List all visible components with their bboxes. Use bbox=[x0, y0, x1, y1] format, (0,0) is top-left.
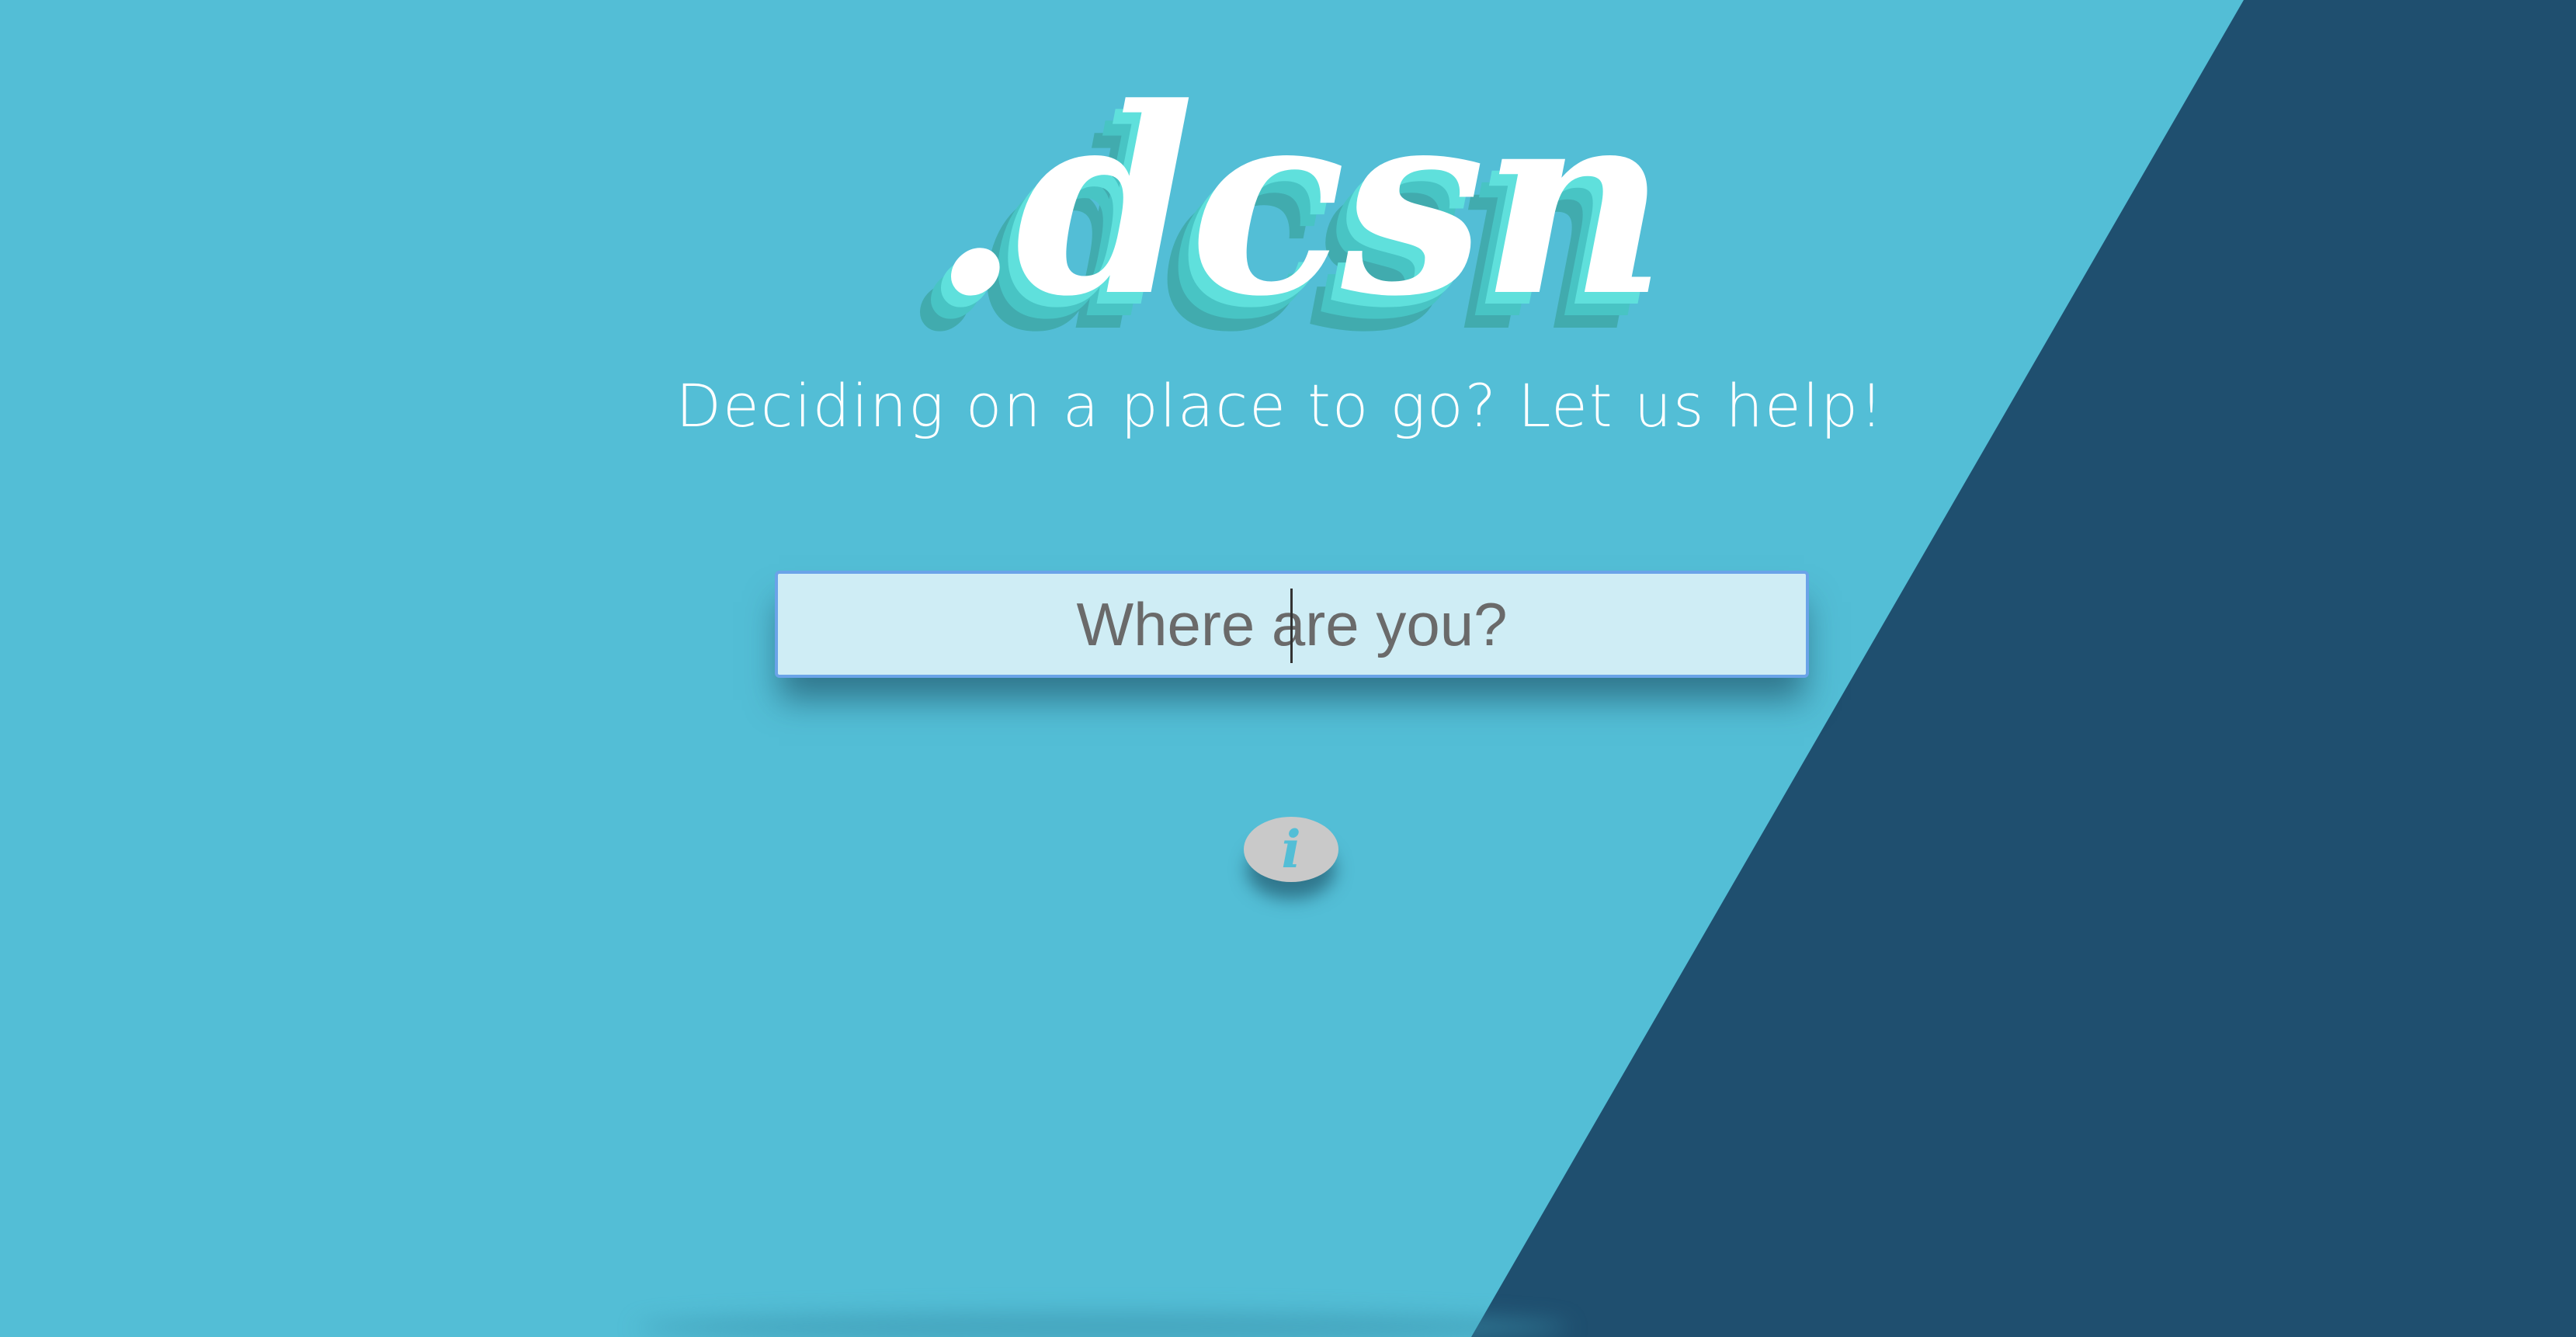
logo-text: .dcsn bbox=[930, 51, 1667, 352]
tagline-text: Deciding on a place to go? Let us help! bbox=[675, 371, 1885, 440]
tagline: Deciding on a place to go? Let us help! bbox=[0, 363, 2576, 449]
logo: .dcsn .dcsn .dcsn .dcsn bbox=[900, 47, 1677, 388]
bottom-edge-shadow bbox=[637, 1312, 1568, 1337]
info-button[interactable]: i bbox=[1244, 817, 1338, 882]
info-icon: i bbox=[1281, 819, 1301, 880]
landing-page: .dcsn .dcsn .dcsn .dcsn Deciding on a pl… bbox=[0, 0, 2576, 1337]
text-cursor bbox=[1290, 589, 1293, 663]
